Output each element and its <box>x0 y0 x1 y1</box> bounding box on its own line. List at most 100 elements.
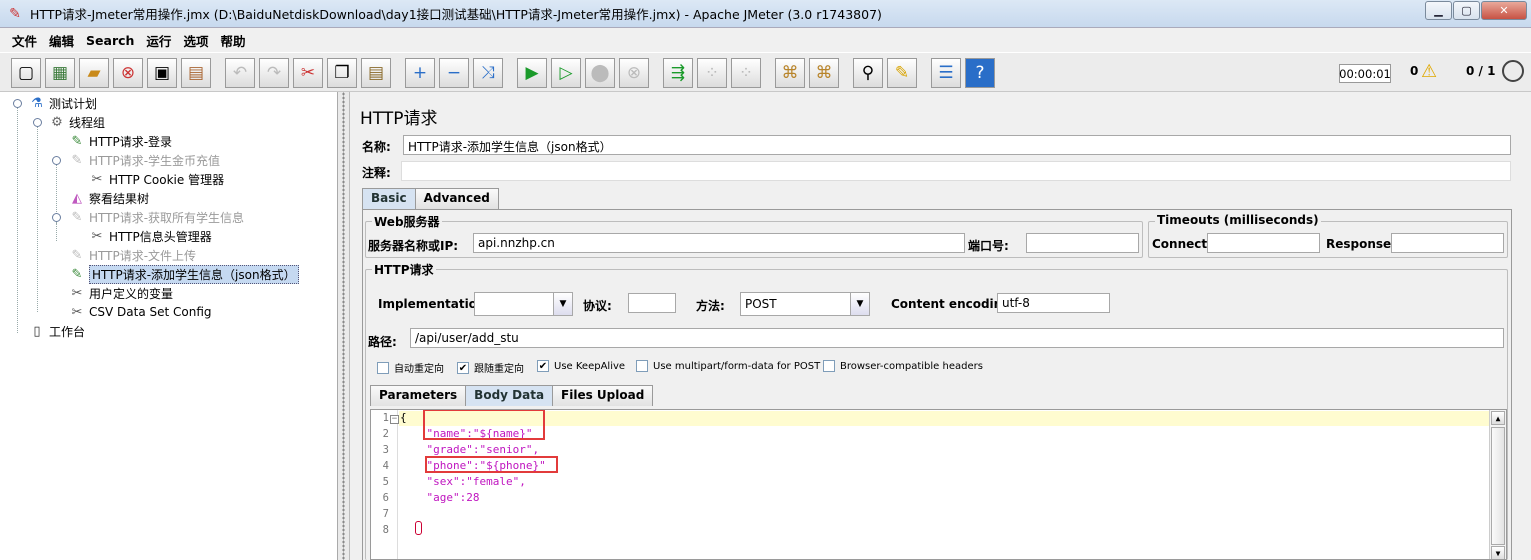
redo-icon[interactable]: ↷ <box>259 58 289 88</box>
multipart-checkbox[interactable]: Use multipart/form-data for POST <box>636 360 820 372</box>
help-icon[interactable]: ? <box>965 58 995 88</box>
maximize-icon[interactable]: ▢ <box>1453 1 1480 20</box>
close-window-icon[interactable]: ✕ <box>1481 1 1527 20</box>
split-pane-divider[interactable] <box>338 92 350 560</box>
tree-node-workbench[interactable]: ▯ 工作台 <box>28 322 85 340</box>
http-request-panel: HTTP请求 名称: HTTP请求-添加学生信息（json格式） 注释: Bas… <box>351 92 1531 560</box>
menu-edit[interactable]: 编辑 <box>43 31 80 50</box>
expand-icon[interactable]: + <box>405 58 435 88</box>
tree-toggle-icon[interactable] <box>13 99 22 108</box>
tree-toggle-icon[interactable] <box>33 118 42 127</box>
encoding-field[interactable]: utf-8 <box>997 293 1110 313</box>
tree-node-csv-config[interactable]: ✂ CSV Data Set Config <box>68 303 212 321</box>
remote-stop-icon[interactable]: ⁘ <box>697 58 727 88</box>
search-icon[interactable]: ⚲ <box>853 58 883 88</box>
reset-search-icon[interactable]: ✎ <box>887 58 917 88</box>
web-server-title: Web服务器 <box>372 213 442 230</box>
templates-icon[interactable]: ▦ <box>45 58 75 88</box>
clear-all-icon[interactable]: ⌘ <box>809 58 839 88</box>
close-icon[interactable]: ⊗ <box>113 58 143 88</box>
keepalive-checkbox[interactable]: ✔ Use KeepAlive <box>537 360 625 372</box>
stop-icon[interactable]: ⬤ <box>585 58 615 88</box>
start-no-timers-icon[interactable]: ▷ <box>551 58 581 88</box>
warning-icon[interactable]: ⚠ <box>1421 61 1443 82</box>
port-field[interactable] <box>1026 233 1139 253</box>
tab-basic[interactable]: Basic <box>362 188 416 209</box>
config-tabs: Basic Advanced <box>362 188 499 209</box>
tree-toggle-icon[interactable] <box>52 213 61 222</box>
fold-collapse-icon[interactable]: − <box>390 415 399 424</box>
clear-icon[interactable]: ⌘ <box>775 58 805 88</box>
cut-icon[interactable]: ✂ <box>293 58 323 88</box>
save-as-icon[interactable]: ▤ <box>181 58 211 88</box>
scroll-up-icon[interactable]: ▲ <box>1491 411 1505 425</box>
new-icon[interactable]: ▢ <box>11 58 41 88</box>
comment-field[interactable] <box>401 161 1511 181</box>
tab-parameters[interactable]: Parameters <box>370 385 467 406</box>
toggle-icon[interactable]: ⤨ <box>473 58 503 88</box>
tree-toggle-icon[interactable] <box>52 156 61 165</box>
menu-search[interactable]: Search <box>80 33 140 48</box>
scroll-down-icon[interactable]: ▼ <box>1491 546 1505 559</box>
remote-shutdown-icon[interactable]: ⁘ <box>731 58 761 88</box>
connect-label: Connect: <box>1152 237 1212 251</box>
panel-heading: HTTP请求 <box>360 109 438 129</box>
minimize-icon[interactable]: ▁ <box>1425 1 1452 20</box>
connect-timeout-field[interactable] <box>1207 233 1320 253</box>
code-line: { <box>400 411 407 424</box>
path-field[interactable]: /api/user/add_stu <box>410 328 1504 348</box>
test-plan-tree: ⚗ 测试计划 ⚙ 线程组 ✎ HTTP请求-登录 ✎ HTTP请求-学生金币充值… <box>0 92 338 560</box>
tab-files-upload[interactable]: Files Upload <box>552 385 654 406</box>
open-icon[interactable]: ▰ <box>79 58 109 88</box>
method-select[interactable]: POST ▼ <box>740 292 870 316</box>
tree-node-get-students-request[interactable]: ✎ HTTP请求-获取所有学生信息 <box>68 208 245 226</box>
shutdown-icon[interactable]: ⊗ <box>619 58 649 88</box>
toolbar: ▢ ▦ ▰ ⊗ ▣ ▤ ↶ ↷ ✂ ❐ ▤ + − ⤨ ▶ ▷ ⬤ ⊗ ⇶ ⁘ … <box>0 52 1531 92</box>
editor-scrollbar[interactable]: ▲ ▼ <box>1489 410 1506 559</box>
browser-headers-checkbox[interactable]: Browser-compatible headers <box>823 360 983 372</box>
sampler-icon: ✎ <box>71 266 83 282</box>
tree-node-upload-request[interactable]: ✎ HTTP请求-文件上传 <box>68 246 197 264</box>
tree-node-test-plan[interactable]: ⚗ 测试计划 <box>28 94 97 112</box>
tree-node-header-manager[interactable]: ✂ HTTP信息头管理器 <box>88 227 212 245</box>
sampler-icon: ✎ <box>71 133 83 149</box>
window-title: HTTP请求-Jmeter常用操作.jmx (D:\BaiduNetdiskDo… <box>30 7 882 22</box>
menu-help[interactable]: 帮助 <box>214 31 251 50</box>
code-line: "age":28 <box>400 491 480 504</box>
tree-node-login-request[interactable]: ✎ HTTP请求-登录 <box>68 132 173 150</box>
listener-icon: ◭ <box>72 190 82 206</box>
undo-icon[interactable]: ↶ <box>225 58 255 88</box>
tree-node-recharge-request[interactable]: ✎ HTTP请求-学生金币充值 <box>68 151 221 169</box>
tree-node-thread-group[interactable]: ⚙ 线程组 <box>48 113 105 131</box>
body-data-editor[interactable]: 1 2 3 4 5 6 7 8 − { "name":"${name}" "gr… <box>370 409 1507 560</box>
menu-options[interactable]: 选项 <box>177 31 214 50</box>
name-field[interactable]: HTTP请求-添加学生信息（json格式） <box>403 135 1511 155</box>
implementation-select[interactable]: ▼ <box>474 292 573 316</box>
menu-run[interactable]: 运行 <box>140 31 177 50</box>
tab-advanced[interactable]: Advanced <box>414 188 499 209</box>
tree-node-add-student-request[interactable]: ✎ HTTP请求-添加学生信息（json格式） <box>68 264 299 284</box>
protocol-field[interactable] <box>628 293 676 313</box>
menu-file[interactable]: 文件 <box>6 31 43 50</box>
elapsed-timer: 00:00:01 <box>1339 64 1391 83</box>
server-field[interactable]: api.nnzhp.cn <box>473 233 965 253</box>
follow-redirect-checkbox[interactable]: ✔ 跟随重定向 <box>457 360 524 375</box>
paste-icon[interactable]: ▤ <box>361 58 391 88</box>
tree-node-user-variables[interactable]: ✂ 用户定义的变量 <box>68 284 173 302</box>
save-icon[interactable]: ▣ <box>147 58 177 88</box>
auto-redirect-checkbox[interactable]: 自动重定向 <box>377 360 444 375</box>
start-icon[interactable]: ▶ <box>517 58 547 88</box>
tree-node-cookie-manager[interactable]: ✂ HTTP Cookie 管理器 <box>88 170 225 188</box>
tree-node-results-tree[interactable]: ◭ 察看结果树 <box>68 189 149 207</box>
collapse-icon[interactable]: − <box>439 58 469 88</box>
text-cursor <box>415 521 422 535</box>
function-helper-icon[interactable]: ☰ <box>931 58 961 88</box>
copy-icon[interactable]: ❐ <box>327 58 357 88</box>
line-number: 6 <box>382 492 389 504</box>
tab-body-data[interactable]: Body Data <box>465 385 554 406</box>
remote-start-icon[interactable]: ⇶ <box>663 58 693 88</box>
code-line: "grade":"senior", <box>400 443 540 456</box>
line-number: 8 <box>382 524 389 536</box>
scroll-thumb[interactable] <box>1491 427 1505 545</box>
response-timeout-field[interactable] <box>1391 233 1504 253</box>
